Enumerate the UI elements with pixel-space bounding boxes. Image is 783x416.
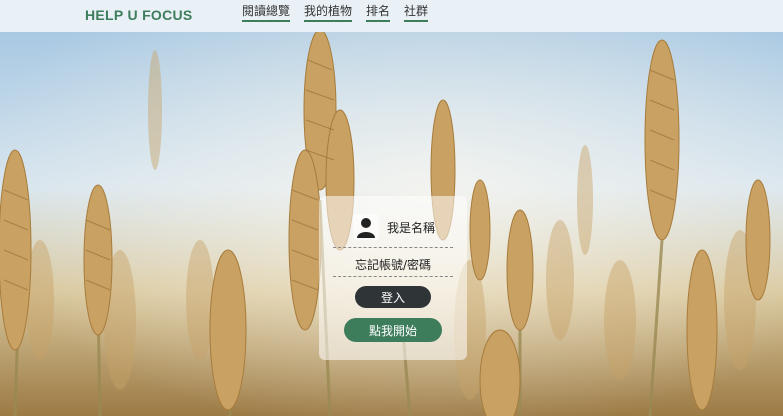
main-nav: 閱讀總覽 我的植物 排名 社群 — [242, 4, 429, 22]
user-avatar-icon — [353, 214, 379, 240]
forgot-password-link[interactable]: 忘記帳號/密碼 — [319, 256, 467, 273]
nav-item-my-plants[interactable]: 我的植物 — [304, 4, 353, 22]
divider — [333, 247, 453, 248]
divider — [333, 276, 453, 277]
login-button[interactable]: 登入 — [355, 286, 431, 308]
user-info: 我是名稱 — [353, 214, 435, 240]
top-navbar: HELP U FOCUS 閱讀總覽 我的植物 排名 社群 — [0, 0, 783, 32]
brand-logo[interactable]: HELP U FOCUS — [85, 7, 193, 23]
login-card: 我是名稱 忘記帳號/密碼 登入 點我開始 — [319, 196, 467, 360]
start-button[interactable]: 點我開始 — [344, 318, 442, 342]
nav-item-reading-overview[interactable]: 閱讀總覽 — [242, 4, 291, 22]
nav-item-community[interactable]: 社群 — [404, 4, 429, 22]
username-label: 我是名稱 — [387, 220, 436, 235]
nav-item-ranking[interactable]: 排名 — [366, 4, 391, 22]
